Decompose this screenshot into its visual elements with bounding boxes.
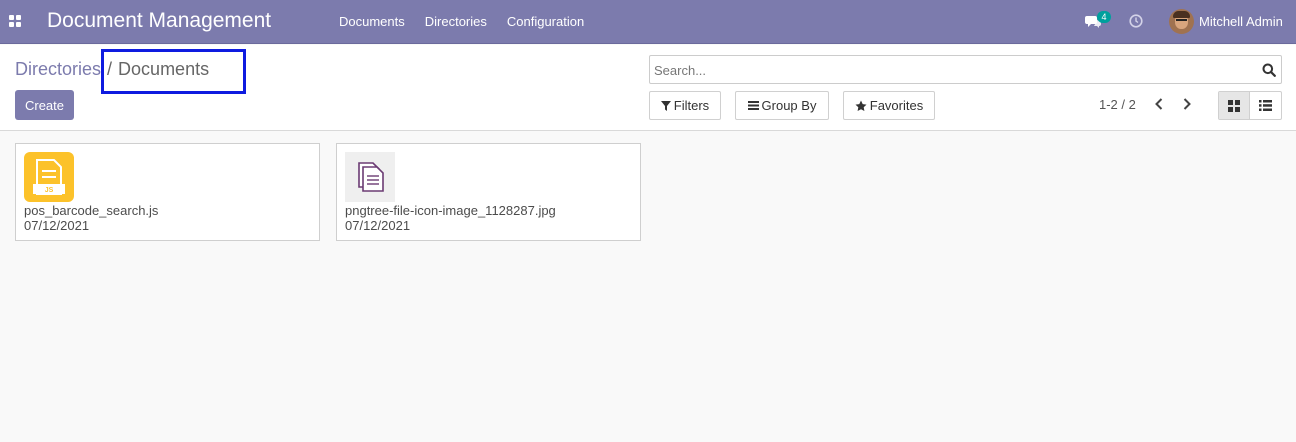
pager-value[interactable]: 1-2 / 2 bbox=[1099, 97, 1136, 112]
group-by-label: Group By bbox=[761, 98, 817, 113]
document-card[interactable]: JS pos_barcode_search.js 07/12/2021 bbox=[15, 143, 320, 241]
search-icon[interactable] bbox=[1262, 63, 1276, 77]
document-card[interactable]: pngtree-file-icon-image_1128287.jpg 07/1… bbox=[336, 143, 641, 241]
bars-icon bbox=[747, 101, 759, 110]
menu-item-documents[interactable]: Documents bbox=[329, 0, 415, 44]
chevron-left-icon[interactable] bbox=[1154, 97, 1164, 111]
document-date: 07/12/2021 bbox=[24, 218, 90, 233]
user-menu-name[interactable]: Mitchell Admin bbox=[1199, 14, 1283, 29]
app-title: Document Management bbox=[47, 9, 272, 32]
create-button[interactable]: Create bbox=[15, 90, 74, 120]
breadcrumb-directories[interactable]: Directories bbox=[15, 58, 101, 80]
menu-item-directories[interactable]: Directories bbox=[415, 0, 497, 44]
js-file-icon: JS bbox=[24, 152, 74, 202]
activity-button[interactable] bbox=[1129, 14, 1143, 33]
search-bar bbox=[649, 55, 1282, 84]
chevron-right-icon[interactable] bbox=[1182, 97, 1192, 111]
clock-icon bbox=[1129, 14, 1143, 28]
svg-text:JS: JS bbox=[45, 187, 54, 194]
favorites-label: Favorites bbox=[869, 98, 924, 113]
list-icon bbox=[1259, 100, 1272, 111]
filters-button[interactable]: Filters bbox=[649, 91, 721, 120]
kanban-view-button[interactable] bbox=[1219, 92, 1251, 119]
top-navbar: Document Management Documents Directorie… bbox=[0, 0, 1296, 44]
main-menu: Documents Directories Configuration bbox=[329, 0, 594, 44]
filter-icon bbox=[660, 100, 671, 111]
kanban-grid-icon bbox=[1228, 99, 1240, 112]
messaging-button[interactable]: 4 bbox=[1085, 11, 1115, 31]
document-name: pos_barcode_search.js bbox=[24, 203, 159, 218]
control-panel: Directories / Documents Create Filters G… bbox=[0, 45, 1296, 131]
apps-menu-icon[interactable] bbox=[9, 15, 21, 27]
menu-item-configuration[interactable]: Configuration bbox=[497, 0, 594, 44]
image-file-icon bbox=[345, 152, 395, 202]
user-avatar[interactable] bbox=[1169, 9, 1194, 34]
group-by-button[interactable]: Group By bbox=[735, 91, 829, 120]
document-name: pngtree-file-icon-image_1128287.jpg bbox=[345, 203, 556, 218]
document-date: 07/12/2021 bbox=[345, 218, 411, 233]
search-input[interactable] bbox=[654, 60, 1254, 80]
view-switcher bbox=[1218, 91, 1282, 120]
star-icon bbox=[855, 100, 867, 111]
annotation-highlight-box bbox=[101, 49, 246, 94]
favorites-button[interactable]: Favorites bbox=[843, 91, 935, 120]
filters-label: Filters bbox=[673, 98, 710, 113]
list-view-button[interactable] bbox=[1250, 92, 1281, 119]
chat-count-badge: 4 bbox=[1097, 11, 1111, 23]
